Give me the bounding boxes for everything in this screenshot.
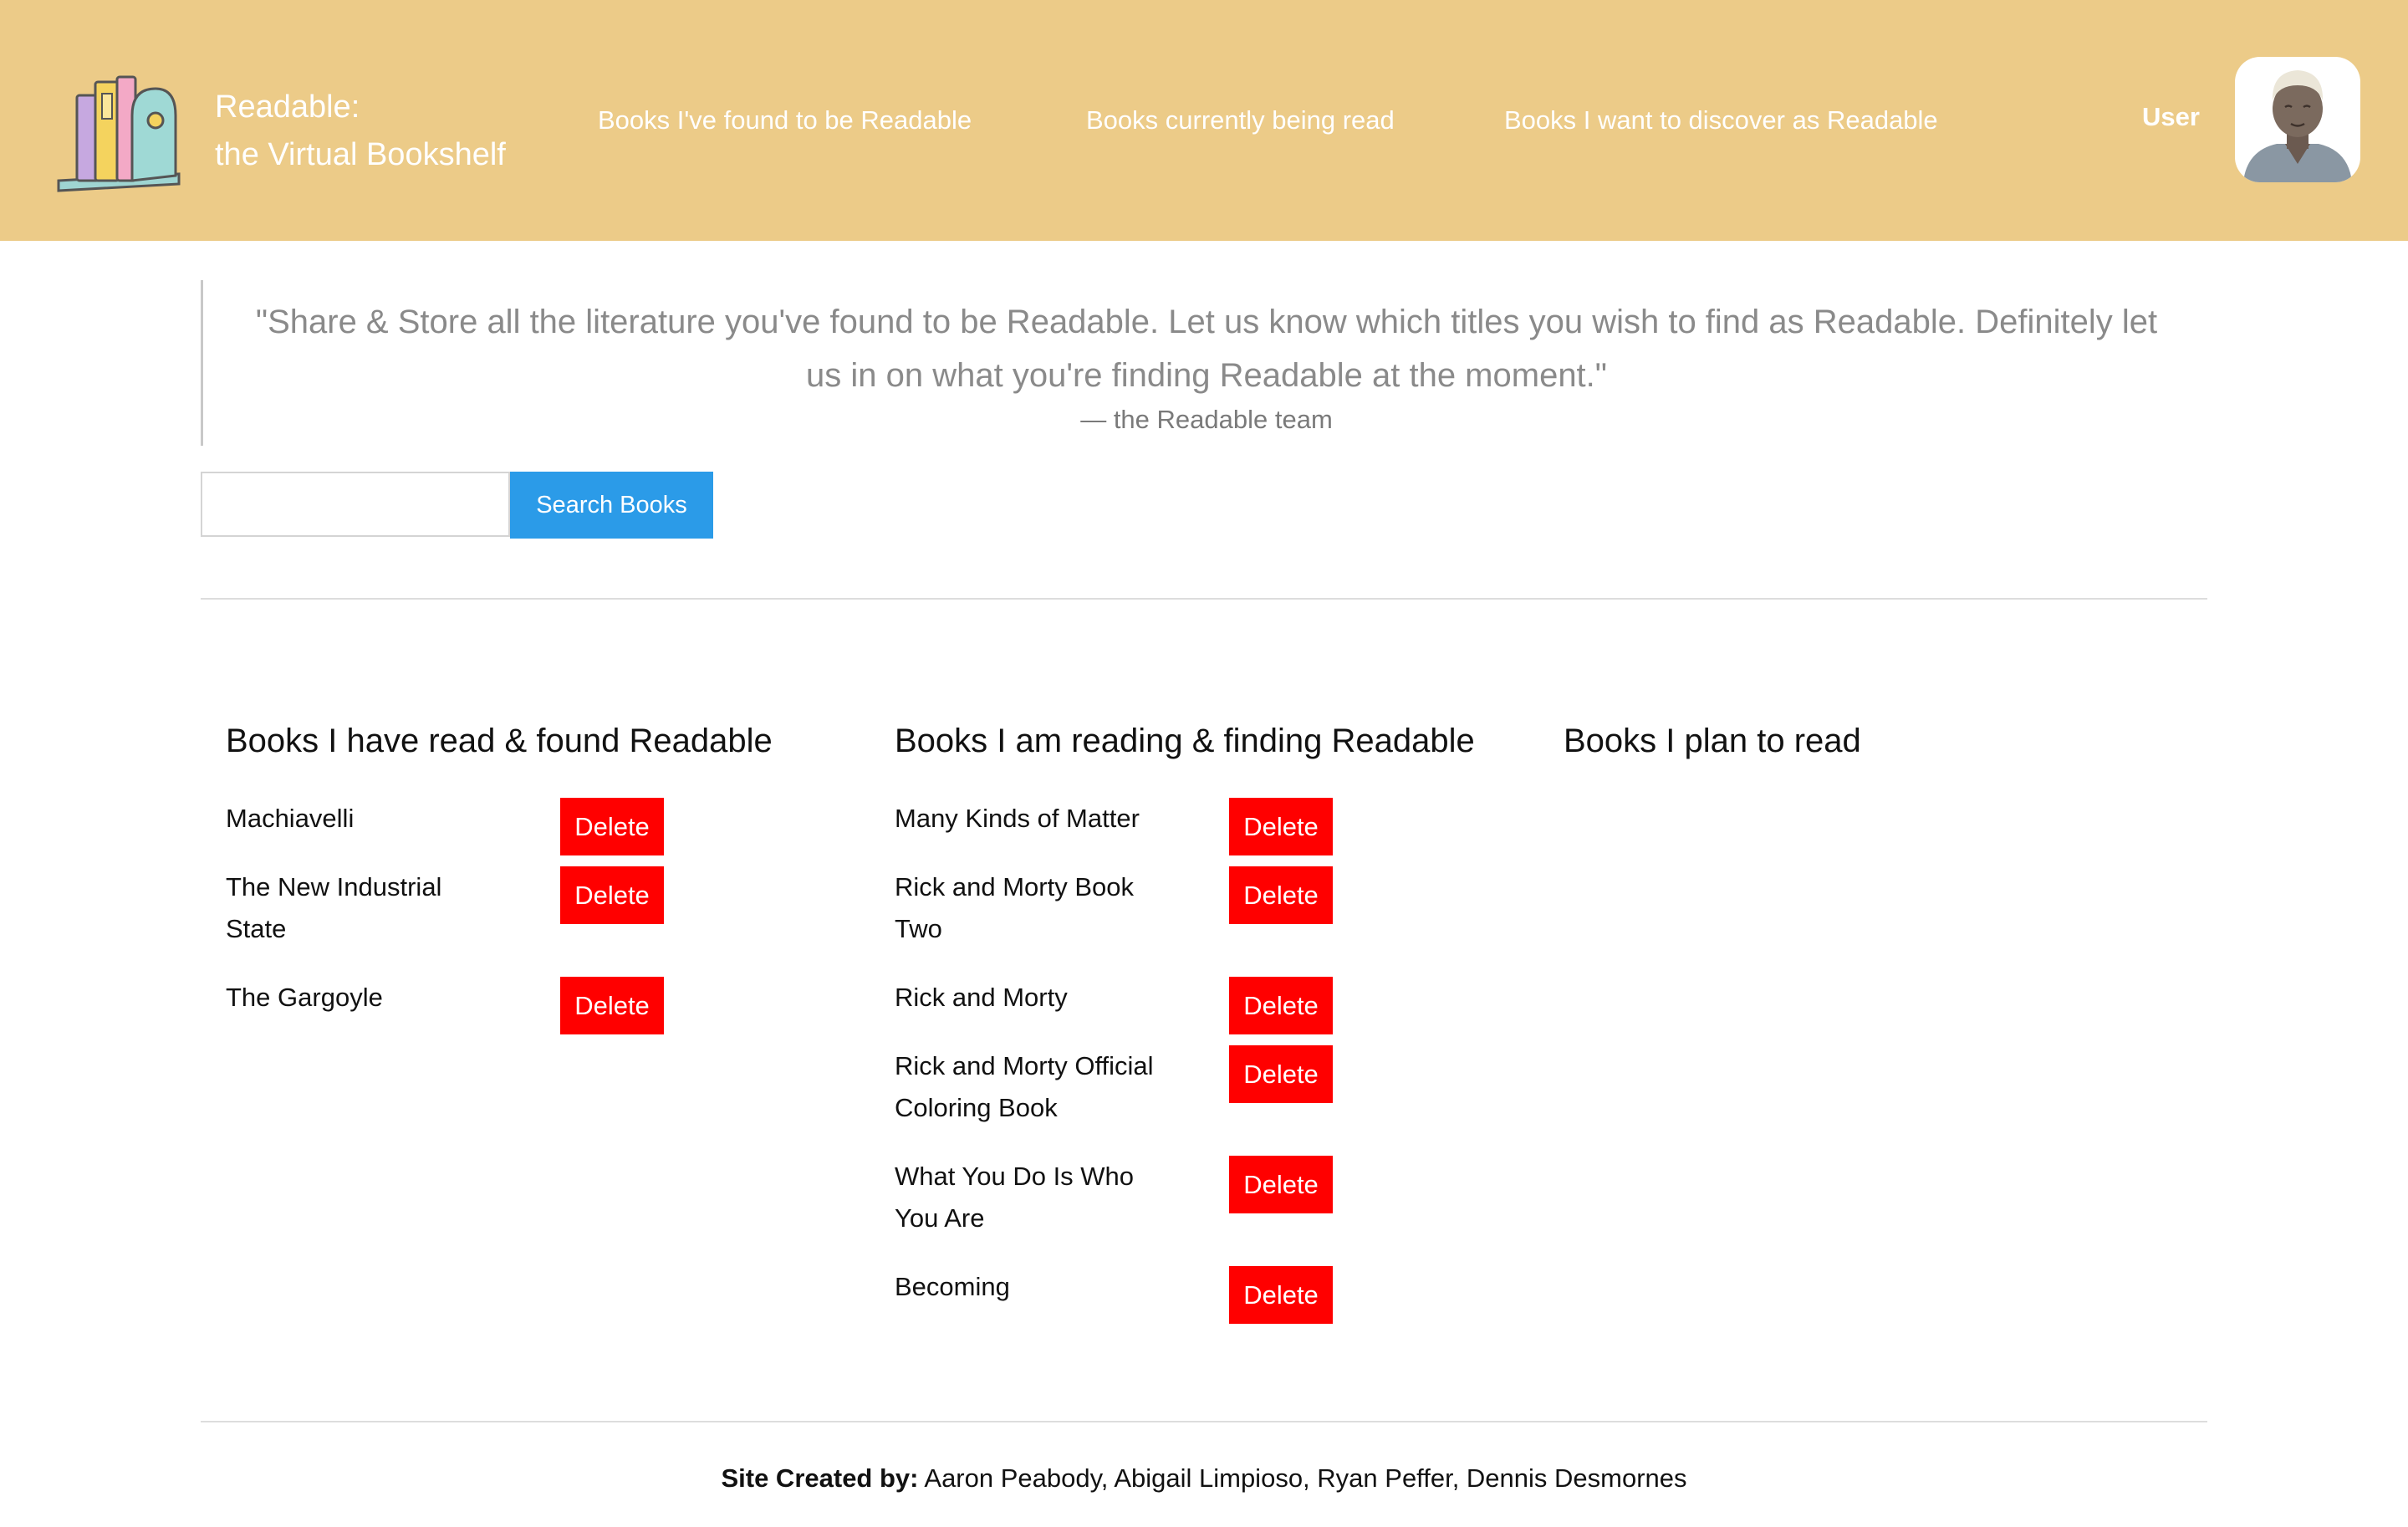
delete-button[interactable]: Delete bbox=[1229, 1266, 1333, 1324]
book-title: Rick and Morty Official Coloring Book bbox=[895, 1051, 1154, 1122]
site-header: Readable: the Virtual Bookshelf Books I'… bbox=[0, 0, 2408, 241]
divider-top bbox=[201, 598, 2207, 600]
book-title: Machiavelli bbox=[226, 804, 355, 833]
book-title: Many Kinds of Matter bbox=[895, 804, 1140, 833]
footer-label: Site Created by: bbox=[721, 1463, 919, 1493]
brand-line-2: the Virtual Bookshelf bbox=[215, 137, 506, 172]
delete-button[interactable]: Delete bbox=[560, 977, 664, 1034]
delete-button[interactable]: Delete bbox=[1229, 866, 1333, 924]
book-title: Rick and Morty bbox=[895, 983, 1068, 1012]
delete-button[interactable]: Delete bbox=[1229, 798, 1333, 855]
site-footer: Site Created by: Aaron Peabody, Abigail … bbox=[0, 1459, 2408, 1498]
book-title: Becoming bbox=[895, 1272, 1010, 1301]
intro-blockquote: "Share & Store all the literature you've… bbox=[201, 280, 2207, 446]
bookshelf-logo-icon[interactable] bbox=[54, 65, 186, 192]
nav-link-current[interactable]: Books currently being read bbox=[1086, 104, 1395, 137]
column-title-plan: Books I plan to read bbox=[1564, 723, 1861, 759]
nav-link-discover[interactable]: Books I want to discover as Readable bbox=[1504, 104, 1938, 137]
column-title-reading: Books I am reading & finding Readable bbox=[895, 723, 1475, 759]
book-title: Rick and Morty Book Two bbox=[895, 872, 1134, 943]
delete-button[interactable]: Delete bbox=[1229, 977, 1333, 1034]
user-avatar-icon bbox=[2243, 70, 2352, 182]
search-books-button[interactable]: Search Books bbox=[510, 472, 713, 539]
nav-link-found[interactable]: Books I've found to be Readable bbox=[598, 104, 972, 137]
delete-button[interactable]: Delete bbox=[560, 866, 664, 924]
delete-button[interactable]: Delete bbox=[560, 798, 664, 855]
quote-author: — the Readable team bbox=[1080, 405, 1333, 434]
brand-title[interactable]: Readable: the Virtual Bookshelf bbox=[215, 84, 506, 179]
book-title: The New Industrial State bbox=[226, 872, 442, 943]
search-input[interactable] bbox=[201, 472, 510, 537]
user-label[interactable]: User bbox=[2142, 100, 2200, 134]
divider-bottom bbox=[201, 1421, 2207, 1422]
delete-button[interactable]: Delete bbox=[1229, 1156, 1333, 1213]
delete-button[interactable]: Delete bbox=[1229, 1045, 1333, 1103]
user-avatar[interactable] bbox=[2235, 57, 2360, 182]
footer-names: Aaron Peabody, Abigail Limpioso, Ryan Pe… bbox=[924, 1463, 1687, 1493]
quote-text: "Share & Store all the literature you've… bbox=[255, 304, 2158, 394]
brand-line-1: Readable: bbox=[215, 89, 360, 125]
column-title-read: Books I have read & found Readable bbox=[226, 723, 773, 759]
book-title: The Gargoyle bbox=[226, 983, 383, 1012]
book-title: What You Do Is Who You Are bbox=[895, 1162, 1135, 1233]
